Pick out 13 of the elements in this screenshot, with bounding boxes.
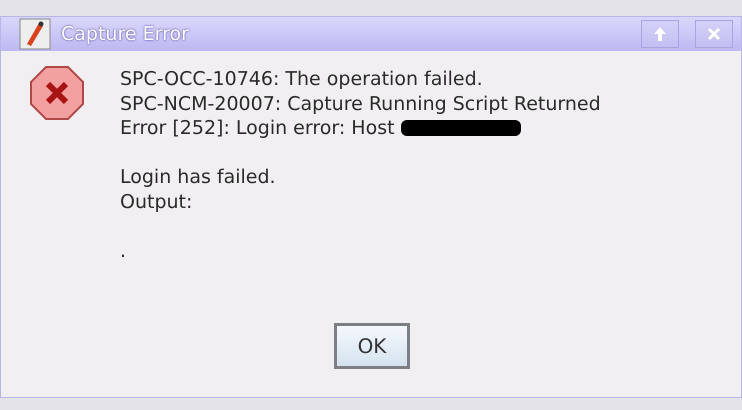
up-arrow-icon bbox=[653, 26, 667, 42]
message-line: Output: bbox=[120, 190, 192, 214]
ok-button[interactable]: OK bbox=[334, 323, 410, 369]
close-button[interactable] bbox=[695, 20, 733, 48]
message-line: . bbox=[120, 238, 126, 263]
message-line: Login has failed. bbox=[120, 165, 276, 190]
maximize-button[interactable] bbox=[641, 20, 679, 48]
window-title: Capture Error bbox=[61, 23, 190, 45]
error-icon bbox=[29, 65, 85, 121]
message-line: SPC-OCC-10746: The operation failed. bbox=[120, 67, 483, 92]
close-icon bbox=[707, 27, 721, 41]
message-line: Error [252]: Login error: Host bbox=[120, 116, 395, 140]
message-line: SPC-NCM-20007: Capture Running Script Returned bbox=[120, 92, 601, 116]
